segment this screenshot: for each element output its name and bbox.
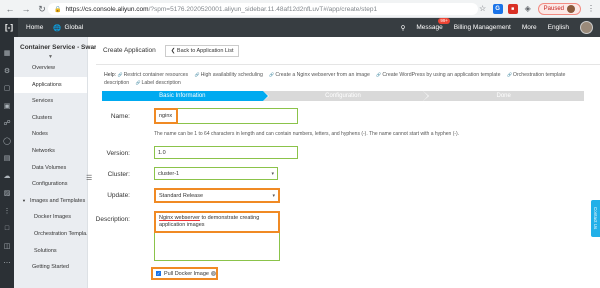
sidebar-item-orchestration-templates[interactable]: Orchestration Templa... [14, 226, 87, 243]
message-badge: 99+ [438, 18, 451, 24]
wizard-steps: Basic Information Configuration Done [102, 91, 585, 101]
user-avatar[interactable] [580, 21, 593, 34]
page-title: Create Application [103, 47, 156, 54]
back-to-list-button[interactable]: ❮ Back to Application List [164, 44, 240, 57]
sidebar-group-images-templates[interactable]: ▼ Images and Templates [14, 193, 87, 210]
description-text-1: Nginx webserver [159, 215, 200, 221]
bookmark-star-icon[interactable]: ☆ [478, 4, 488, 14]
shield-icon[interactable]: ◯ [0, 133, 14, 151]
sidebar-item-services[interactable]: Services [14, 93, 87, 110]
step-done: Done [423, 91, 585, 101]
cube-icon[interactable]: ▢ [0, 80, 14, 98]
sidebar-item-clusters[interactable]: Clusters [14, 110, 87, 127]
sidebar-item-configurations[interactable]: Configurations [14, 176, 87, 193]
help-link-high-availability[interactable]: High availability scheduling [195, 72, 263, 78]
sidebar-item-nodes[interactable]: Nodes [14, 126, 87, 143]
chart-icon[interactable]: ▨ [0, 185, 14, 203]
search-icon[interactable]: ⚲ [401, 24, 406, 32]
lock-icon: 🔒 [54, 6, 62, 13]
update-value: Standard Release [159, 192, 204, 199]
code-icon[interactable]: ⋮ [0, 203, 14, 221]
step-basic-information: Basic Information [102, 91, 268, 101]
help-links: Help: Restrict container resources High … [104, 71, 584, 87]
help-link-restrict-resources[interactable]: Restrict container resources [118, 72, 189, 78]
profile-paused-button[interactable]: Paused [537, 3, 581, 15]
language-selector[interactable]: English [548, 24, 569, 31]
help-label: Help: [104, 72, 117, 78]
checkbox-checked-icon: ✓ [156, 271, 161, 276]
cluster-select[interactable]: cluster-1 ▾ [154, 167, 278, 180]
dashboard-icon[interactable]: ▦ [0, 45, 14, 63]
message-label: Message [416, 24, 443, 31]
address-bar[interactable]: 🔒 https://cs.console.aliyun.com/?spm=517… [48, 3, 478, 15]
network-icon[interactable]: ☍ [0, 115, 14, 133]
monitor-icon[interactable]: □ [0, 220, 14, 238]
help-link-wordpress[interactable]: Create WordPress by using an application… [376, 72, 500, 78]
more-menu[interactable]: More [522, 24, 537, 31]
extension-puzzle-icon[interactable]: ◈ [523, 4, 533, 14]
aliyun-logo-icon[interactable]: [-] [0, 18, 18, 37]
message-link[interactable]: Message 99+ [416, 18, 451, 31]
extension-icon[interactable]: ■ [507, 4, 518, 14]
url-host: https://cs.console.aliyun.com [65, 5, 149, 13]
pull-docker-image-checkbox[interactable]: ✓ Pull Docker Image ? [151, 267, 218, 280]
cloud-icon[interactable]: ☁ [0, 168, 14, 186]
forward-arrow-icon[interactable]: → [20, 3, 32, 15]
sidebar-item-overview[interactable]: Overview [14, 60, 87, 77]
compute-icon[interactable]: ▣ [0, 98, 14, 116]
console-topbar: [-] Home 🌐 Global ⚲ Message 99+ Billing M… [0, 18, 600, 37]
update-label: Update: [107, 192, 130, 199]
select-caret-icon: ▾ [272, 192, 275, 199]
version-input[interactable]: 1.0 [154, 146, 298, 159]
browser-toolbar: ← → ↻ 🔒 https://cs.console.aliyun.com/?s… [0, 0, 600, 18]
translate-extension-icon[interactable]: G [492, 4, 503, 14]
update-select[interactable]: Standard Release ▾ [154, 188, 280, 203]
billing-link[interactable]: Billing Management [454, 24, 511, 31]
help-question-icon[interactable]: ? [210, 271, 216, 276]
globe-icon: 🌐 [53, 24, 62, 32]
help-link-nginx[interactable]: Create a Nginx webserver from an image [269, 72, 370, 78]
step-configuration: Configuration [262, 91, 429, 101]
box-icon[interactable]: ◫ [0, 238, 14, 256]
select-caret-icon: ▾ [271, 170, 274, 177]
cluster-label: Cluster: [107, 171, 130, 178]
sidebar-group-label: Images and Templates [29, 197, 86, 204]
database-icon[interactable]: ▤ [0, 150, 14, 168]
cluster-value: cluster-1 [158, 170, 180, 177]
sidebar-item-data-volumes[interactable]: Data Volumes [14, 160, 87, 177]
sidebar-item-networks[interactable]: Networks [14, 143, 87, 160]
sidebar-item-docker-images[interactable]: Docker Images [14, 209, 87, 226]
more-products-icon[interactable]: ⋯ [0, 255, 14, 273]
sidebar: Container Service - Swarm ▼ Overview App… [14, 37, 102, 288]
back-arrow-icon[interactable]: ← [4, 3, 16, 15]
profile-avatar [567, 5, 575, 13]
sidebar-item-applications[interactable]: Applications [14, 76, 87, 94]
home-link[interactable]: Home [26, 24, 43, 31]
paused-label: Paused [543, 6, 564, 12]
contact-us-tab[interactable]: Contact Us [591, 200, 600, 237]
sidebar-item-getting-started[interactable]: Getting Started [14, 259, 87, 276]
description-textarea[interactable]: Nginx webserver to demonstrate creating … [154, 211, 280, 233]
settings-icon[interactable]: ⚙ [0, 63, 14, 81]
pull-docker-image-label: Pull Docker Image [164, 270, 209, 277]
url-path: /?spm=5176.2020520001.aliyun_sidebar.11.… [148, 5, 378, 13]
help-link-label[interactable]: Label description [136, 80, 181, 86]
version-label: Version: [106, 150, 131, 157]
caret-down-icon: ▼ [22, 197, 26, 203]
back-button-label: Back to Application List [176, 47, 234, 54]
name-input[interactable]: nginx [154, 108, 178, 124]
name-hint: The name can be 1 to 64 characters in le… [154, 131, 460, 137]
description-label: Description: [95, 216, 130, 223]
main-content: Create Application ❮ Back to Application… [96, 37, 600, 288]
icon-rail: ▦ ⚙ ▢ ▣ ☍ ◯ ▤ ☁ ▨ ⋮ □ ◫ ⋯ [0, 37, 14, 288]
region-selector[interactable]: Global [64, 24, 83, 31]
chevron-down-icon[interactable]: ▼ [48, 54, 53, 60]
reload-icon[interactable]: ↻ [36, 3, 48, 15]
page-header: Create Application ❮ Back to Application… [96, 37, 600, 65]
name-label: Name: [110, 113, 130, 120]
menu-dots-icon[interactable]: ⋮ [586, 4, 596, 14]
sidebar-item-solutions[interactable]: Solutions [14, 243, 87, 260]
